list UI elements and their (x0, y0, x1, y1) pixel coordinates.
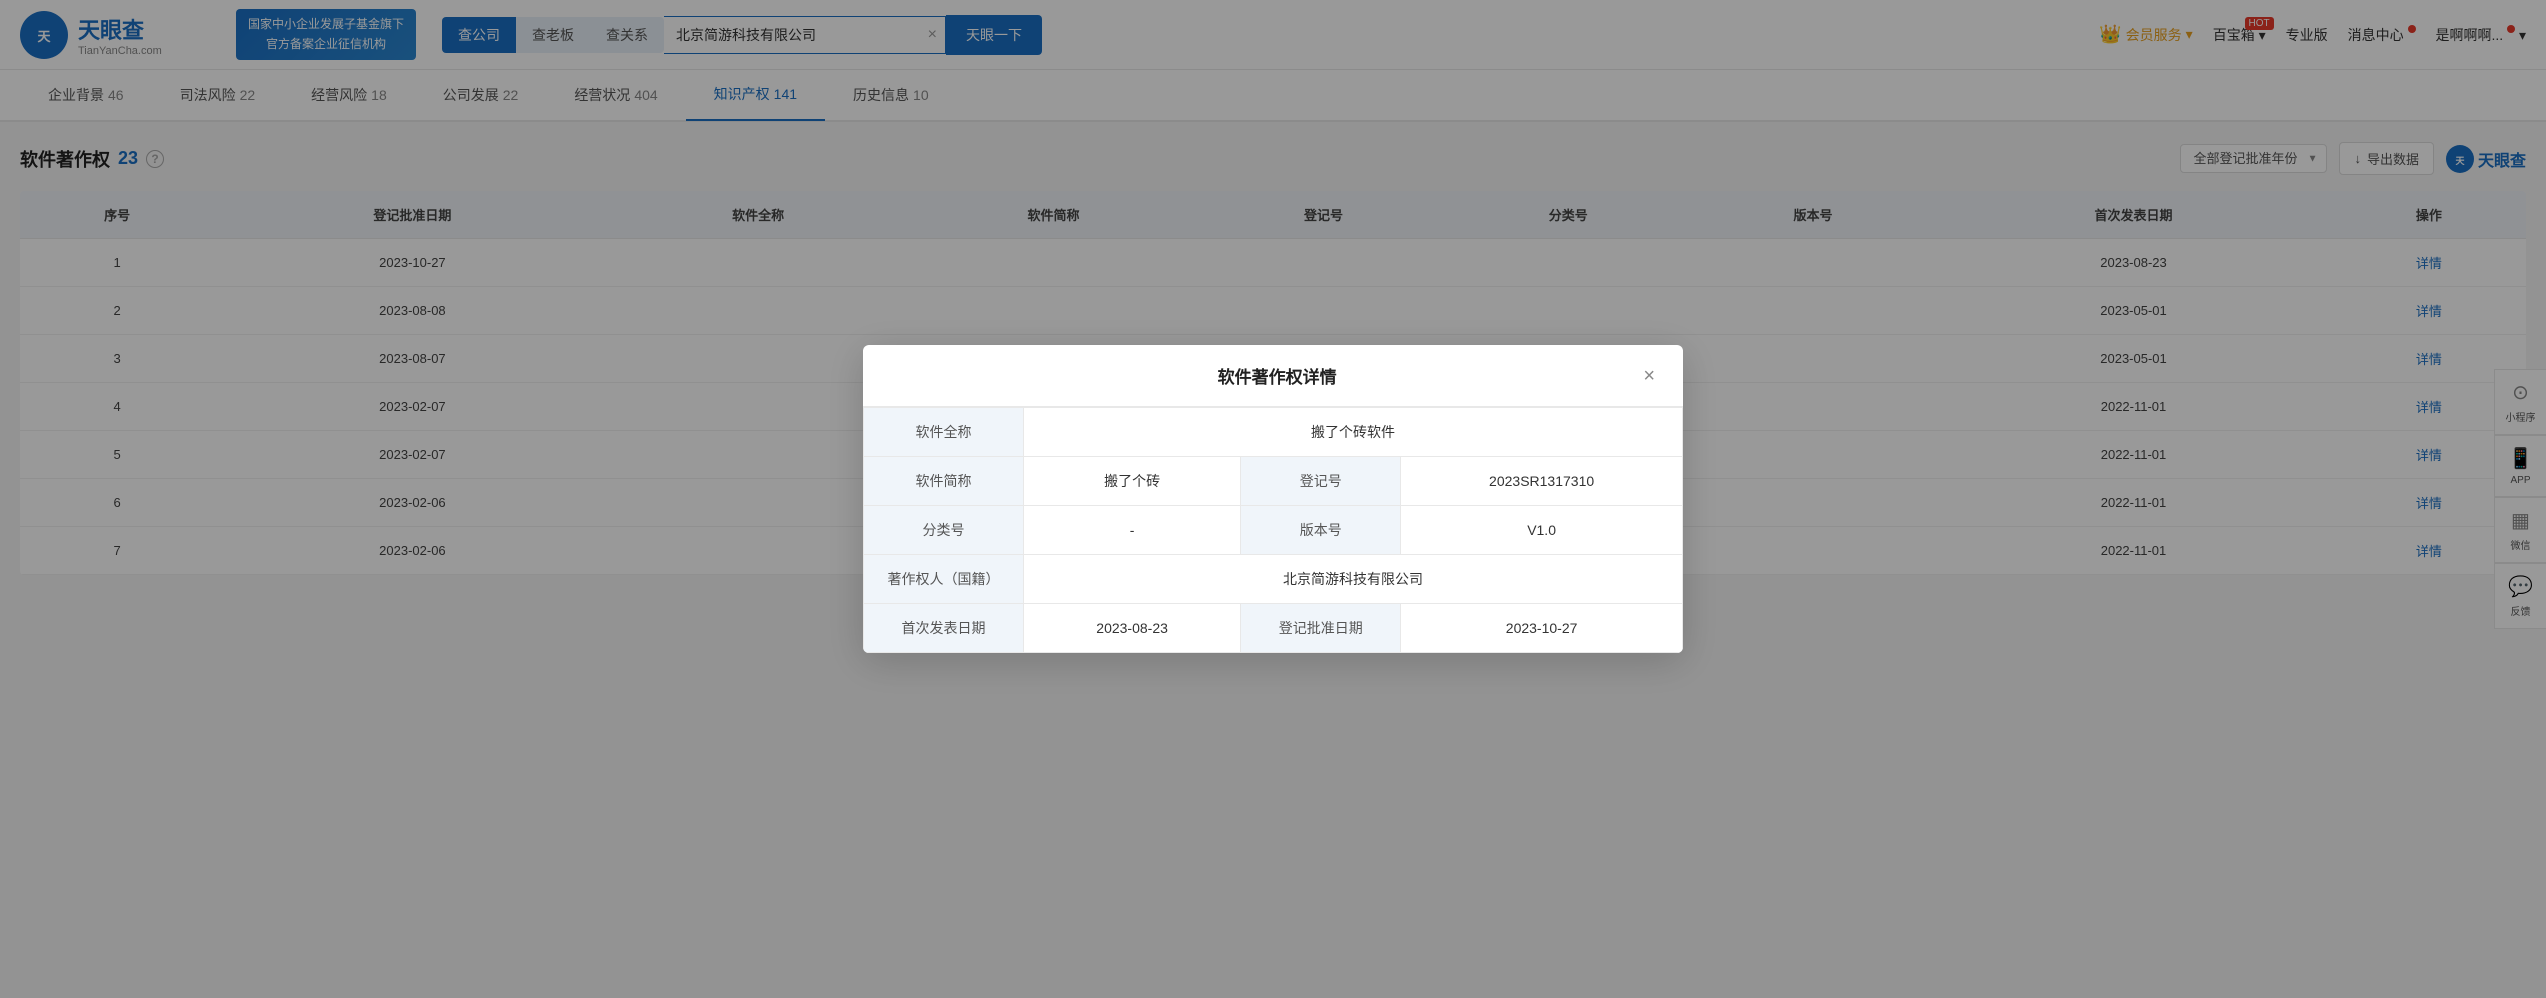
label-owner: 著作权人（国籍） (864, 555, 1024, 604)
label-shortname: 软件简称 (864, 457, 1024, 506)
value-version: V1.0 (1401, 506, 1683, 555)
label-regdate: 登记批准日期 (1241, 604, 1401, 653)
label-classno: 分类号 (864, 506, 1024, 555)
detail-row-shortname: 软件简称 搬了个砖 登记号 2023SR1317310 (864, 457, 1683, 506)
detail-table: 软件全称 搬了个砖软件 软件简称 搬了个砖 登记号 2023SR1317310 … (863, 407, 1683, 653)
label-regno: 登记号 (1241, 457, 1401, 506)
value-pubdate: 2023-08-23 (1024, 604, 1241, 653)
label-pubdate: 首次发表日期 (864, 604, 1024, 653)
modal-close-button[interactable]: × (1643, 366, 1655, 386)
modal-dialog: 软件著作权详情 × 软件全称 搬了个砖软件 软件简称 搬了个砖 登记号 2023… (863, 345, 1683, 653)
value-fullname: 搬了个砖软件 (1024, 408, 1683, 457)
modal-title: 软件著作权详情 (921, 363, 1633, 388)
value-classno: - (1024, 506, 1241, 555)
label-version: 版本号 (1241, 506, 1401, 555)
value-regdate: 2023-10-27 (1401, 604, 1683, 653)
detail-row-class: 分类号 - 版本号 V1.0 (864, 506, 1683, 555)
detail-row-owner: 著作权人（国籍） 北京简游科技有限公司 (864, 555, 1683, 604)
modal-body: 软件全称 搬了个砖软件 软件简称 搬了个砖 登记号 2023SR1317310 … (863, 407, 1683, 653)
value-shortname: 搬了个砖 (1024, 457, 1241, 506)
value-regno: 2023SR1317310 (1401, 457, 1683, 506)
detail-row-fullname: 软件全称 搬了个砖软件 (864, 408, 1683, 457)
value-owner: 北京简游科技有限公司 (1024, 555, 1683, 604)
detail-row-pubdate: 首次发表日期 2023-08-23 登记批准日期 2023-10-27 (864, 604, 1683, 653)
modal-overlay[interactable]: 软件著作权详情 × 软件全称 搬了个砖软件 软件简称 搬了个砖 登记号 2023… (0, 0, 2546, 998)
label-fullname: 软件全称 (864, 408, 1024, 457)
modal-header: 软件著作权详情 × (863, 345, 1683, 407)
